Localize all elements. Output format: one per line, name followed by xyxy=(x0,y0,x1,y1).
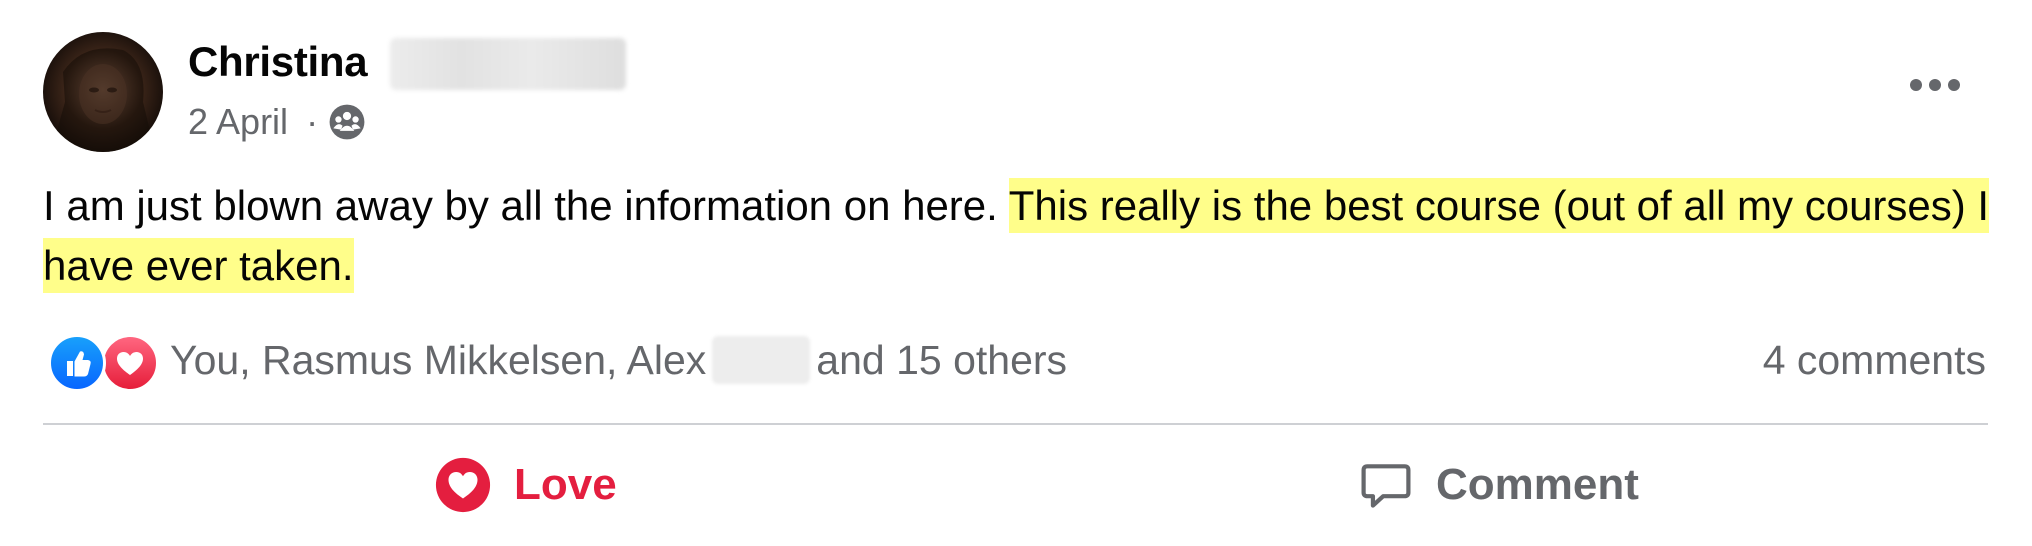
comment-icon xyxy=(1358,457,1414,513)
love-button[interactable]: Love xyxy=(434,450,617,520)
redacted-surname xyxy=(390,38,626,90)
comment-label: Comment xyxy=(1436,460,1639,509)
love-label: Love xyxy=(514,460,617,509)
facebook-post: Christina 2 April · I am just blown away… xyxy=(0,0,2032,546)
divider xyxy=(43,423,1988,425)
love-icon xyxy=(434,456,492,514)
reactions-summary[interactable]: You, Rasmus Mikkelsen, Alex and 15 other… xyxy=(48,330,1067,392)
reactors-names: You, Rasmus Mikkelsen, Alex xyxy=(170,336,707,383)
author-avatar[interactable] xyxy=(43,32,163,152)
like-reaction-icon xyxy=(48,334,106,392)
group-icon xyxy=(328,103,366,141)
post-text-plain: I am just blown away by all the informat… xyxy=(43,182,1009,229)
post-date[interactable]: 2 April xyxy=(188,101,288,143)
post-body: I am just blown away by all the informat… xyxy=(43,176,2003,296)
comment-button[interactable]: Comment xyxy=(1358,450,1639,520)
more-horizontal-icon xyxy=(1910,79,1960,91)
author-name[interactable]: Christina xyxy=(188,36,368,88)
love-reaction-icon xyxy=(101,334,159,392)
reactors-text: You, Rasmus Mikkelsen, Alex and 15 other… xyxy=(170,336,1067,384)
post-meta: 2 April · xyxy=(188,98,366,146)
redacted-name xyxy=(712,336,811,384)
comment-count[interactable]: 4 comments xyxy=(1763,330,1986,390)
reactors-others: and 15 others xyxy=(816,336,1068,383)
meta-separator: · xyxy=(306,101,319,142)
profile-photo xyxy=(51,48,155,152)
more-options-button[interactable] xyxy=(1900,60,1970,110)
reaction-icons xyxy=(48,332,160,392)
